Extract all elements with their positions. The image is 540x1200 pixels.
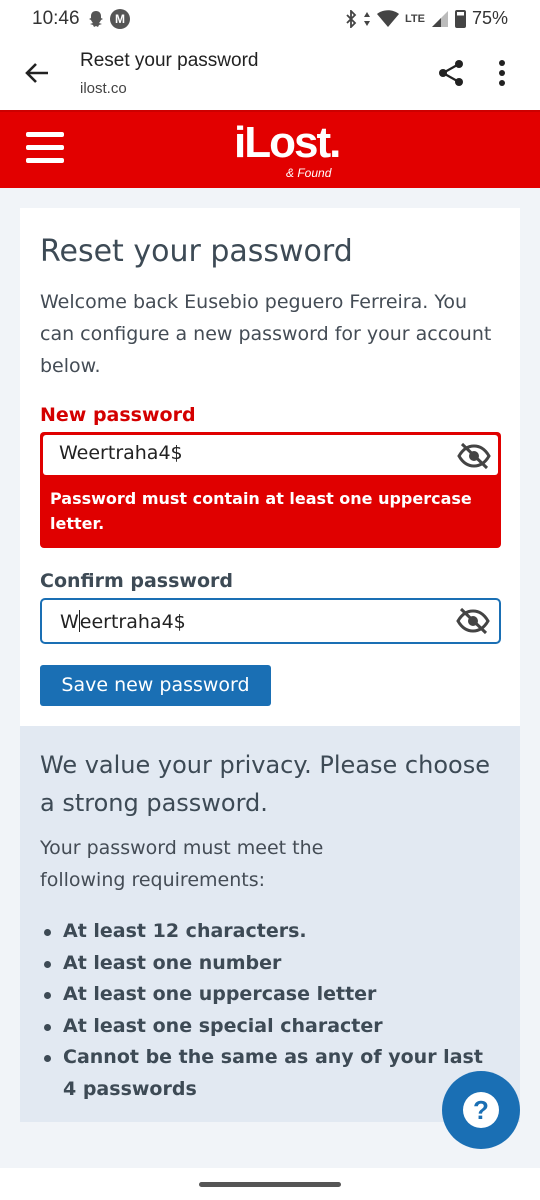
notification-icons: M xyxy=(86,9,130,29)
requirement-item: At least one number xyxy=(40,948,500,980)
ilost-logo[interactable]: iLost. & Found xyxy=(234,118,341,181)
hide-password-icon[interactable] xyxy=(457,441,491,471)
battery-icon xyxy=(454,9,466,28)
status-bar: 10:46 M LTE 75% xyxy=(0,0,540,38)
data-arrows-icon xyxy=(364,11,370,26)
more-vert-icon[interactable] xyxy=(492,58,512,88)
browser-url: ilost.co xyxy=(80,80,127,97)
motorola-icon: M xyxy=(110,9,130,29)
back-arrow-icon[interactable] xyxy=(22,58,52,88)
system-status: LTE 75% xyxy=(345,8,508,29)
new-password-label: New password xyxy=(40,404,196,426)
network-type: LTE xyxy=(405,12,425,25)
snapchat-icon xyxy=(89,11,103,27)
browser-toolbar: Reset your password ilost.co xyxy=(0,38,540,110)
home-gesture-handle[interactable] xyxy=(199,1182,341,1187)
new-password-value: Weertraha4$ xyxy=(59,442,183,464)
requirements-list: At least 12 characters. At least one num… xyxy=(40,916,500,1105)
status-time: 10:46 xyxy=(32,8,80,29)
brand-tagline: & Found xyxy=(286,166,332,180)
welcome-text: Welcome back Eusebio peguero Ferreira. Y… xyxy=(40,291,492,377)
hide-confirm-password-icon[interactable] xyxy=(456,606,490,636)
save-password-button[interactable]: Save new password xyxy=(40,665,271,706)
confirm-password-input[interactable]: Weertraha4$ xyxy=(40,598,501,644)
site-header: iLost. & Found xyxy=(0,110,540,188)
share-icon[interactable] xyxy=(436,58,466,88)
requirement-item: At least one special character xyxy=(40,1011,500,1043)
help-icon: ? xyxy=(463,1092,499,1128)
password-error-message: Password must contain at least one upper… xyxy=(50,489,472,533)
new-password-input[interactable]: Weertraha4$ xyxy=(43,435,498,475)
confirm-password-label: Confirm password xyxy=(40,570,234,592)
requirement-item: At least one uppercase letter xyxy=(40,979,500,1011)
bluetooth-icon xyxy=(346,9,357,28)
password-requirements-panel: We value your privacy. Please choose a s… xyxy=(20,726,520,1122)
signal-icon xyxy=(431,10,448,27)
page-title: Reset your password xyxy=(40,234,353,269)
reset-password-card: Reset your password Welcome back Eusebio… xyxy=(20,208,520,726)
confirm-password-value-rest: eertraha4$ xyxy=(79,611,186,633)
requirements-intro: Your password must meet the following re… xyxy=(40,837,324,891)
battery-percent: 75% xyxy=(471,8,508,28)
navigation-bar xyxy=(0,1168,540,1200)
new-password-error-box: Weertraha4$ Password must contain at lea… xyxy=(40,432,501,548)
requirement-item: At least 12 characters. xyxy=(40,916,500,948)
menu-icon[interactable] xyxy=(26,132,64,166)
browser-page-title: Reset your password xyxy=(80,50,259,71)
privacy-heading: We value your privacy. Please choose a s… xyxy=(40,751,490,817)
help-button[interactable]: ? xyxy=(442,1071,520,1149)
brand-name: iLost. xyxy=(234,118,341,167)
confirm-password-value-first: W xyxy=(60,611,79,633)
wifi-icon xyxy=(377,9,399,27)
requirement-item: Cannot be the same as any of your last 4… xyxy=(40,1042,500,1105)
